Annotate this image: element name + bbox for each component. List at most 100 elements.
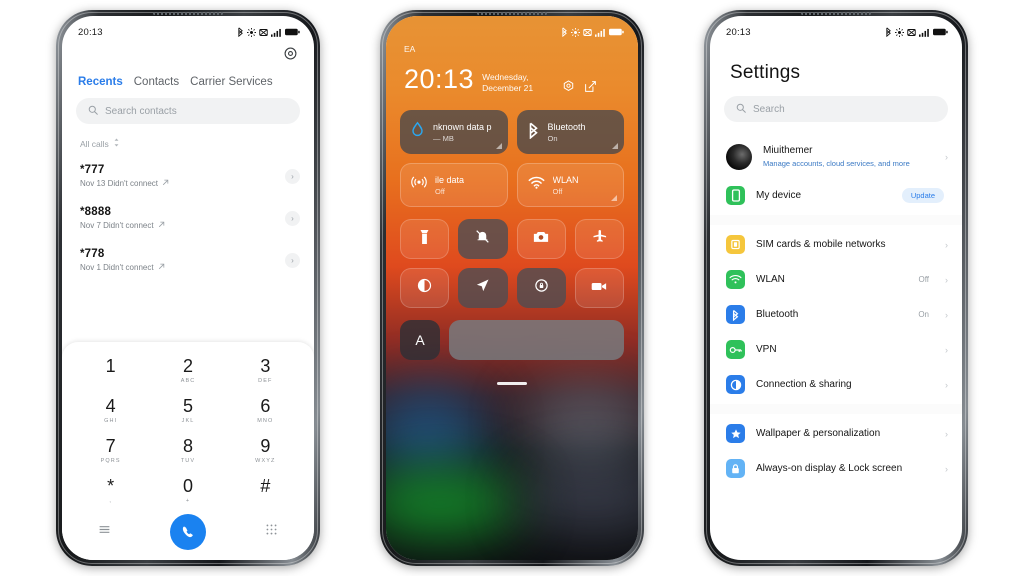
dialpad-key[interactable]: 2 ABC — [149, 354, 226, 388]
status-bar: 20:13 — [710, 16, 962, 42]
dialpad-key[interactable]: 4 GHI — [72, 394, 149, 428]
settings-row-sim-cards[interactable]: SIM cards & mobile networks › — [710, 227, 962, 262]
bluetooth-icon — [726, 305, 745, 324]
earpiece-speaker — [801, 12, 871, 15]
menu-icon[interactable] — [98, 523, 111, 541]
search-contacts-field[interactable]: Search contacts — [76, 98, 300, 124]
auto-brightness-button[interactable]: A — [400, 320, 440, 360]
tile-bluetooth[interactable]: Bluetooth On — [516, 110, 624, 154]
call-detail: Nov 7 Didn't connect — [80, 221, 285, 230]
gear-status-icon — [571, 27, 580, 37]
group-divider — [710, 404, 962, 414]
settings-label: Miuithemer — [763, 145, 813, 157]
dialpad-key[interactable]: # — [227, 474, 304, 508]
chevron-right-icon[interactable]: › — [285, 210, 300, 226]
edit-icon[interactable] — [584, 80, 597, 98]
settings-label: Connection & sharing — [756, 379, 852, 390]
brightness-slider[interactable] — [449, 320, 624, 360]
home-indicator[interactable] — [497, 382, 527, 385]
screen-record-icon — [591, 279, 607, 297]
phone-screen: 20:13 Settings Search Miuithemer Manage … — [710, 16, 962, 560]
tab-contacts[interactable]: Contacts — [134, 76, 179, 88]
dialpad-key[interactable]: 5 JKL — [149, 394, 226, 428]
tile-camera[interactable] — [516, 219, 566, 259]
dialpad-panel: 1 2 ABC 3 DEF 4 GHI 5 JKL 6 MNO 7 PQRS 8 TUV 9W… — [62, 342, 314, 560]
phone-screen: 20:13 Recents Contacts Carrier Services … — [62, 16, 314, 560]
dialpad-icon[interactable] — [265, 523, 278, 541]
settings-row-connection-sharing[interactable]: Connection & sharing › — [710, 367, 962, 402]
tile-title: WLAN — [552, 174, 579, 185]
settings-search-field[interactable]: Search — [724, 96, 948, 122]
call-button[interactable] — [170, 514, 206, 550]
tile-rotation-lock[interactable] — [516, 268, 566, 308]
dialpad-key[interactable]: 0 + — [149, 474, 226, 508]
dialpad-key[interactable]: 3 DEF — [227, 354, 304, 388]
chevron-right-icon[interactable]: › — [285, 168, 300, 184]
search-placeholder: Search contacts — [105, 105, 177, 117]
mute-icon — [259, 28, 268, 37]
tab-carrier-services[interactable]: Carrier Services — [190, 76, 272, 88]
group-divider — [710, 215, 962, 225]
tile-screen-record[interactable] — [574, 268, 624, 308]
status-time: 20:13 — [78, 26, 103, 38]
tile-location[interactable] — [458, 268, 508, 308]
chevron-right-icon[interactable]: › — [285, 252, 300, 268]
tab-recents[interactable]: Recents — [78, 76, 123, 88]
location-icon — [475, 278, 490, 298]
tile-flashlight[interactable] — [400, 219, 450, 259]
dialpad-key[interactable]: 9 WXYZ — [227, 434, 304, 468]
device-icon — [726, 186, 745, 205]
chevron-right-icon: › — [945, 379, 948, 390]
settings-row-vpn[interactable]: VPN › — [710, 332, 962, 367]
status-bar — [386, 16, 638, 42]
tile-expand-corner[interactable] — [611, 195, 617, 201]
tile-expand-corner[interactable] — [495, 143, 502, 149]
gear-status-icon — [895, 27, 904, 37]
gear-icon[interactable] — [283, 46, 298, 66]
tile-airplane-mode[interactable] — [574, 219, 624, 259]
call-number: *8888 — [80, 206, 112, 218]
tile-mobile-data[interactable]: ile data Off — [400, 163, 508, 207]
rotation-lock-icon — [534, 278, 549, 298]
update-badge[interactable]: Update — [901, 188, 944, 203]
wallpaper-glow-dim — [518, 464, 638, 534]
call-row[interactable]: *777 Nov 13 Didn't connect › — [62, 155, 314, 197]
phone-screen: EA 20:13 Wednesday, December 21 nknown d… — [386, 16, 638, 560]
call-row[interactable]: *8888 Nov 7 Didn't connect › — [62, 197, 314, 239]
settings-row-aod-lockscreen[interactable]: Always-on display & Lock screen › — [710, 451, 962, 486]
dialpad-key[interactable]: 8 TUV — [149, 434, 226, 468]
carrier-label: EA — [404, 44, 416, 54]
settings-row-account[interactable]: Miuithemer Manage accounts, cloud servic… — [710, 136, 962, 178]
vpn-key-icon — [726, 340, 745, 359]
three-phone-showcase: 20:13 Recents Contacts Carrier Services … — [0, 0, 1024, 576]
status-icons — [237, 27, 300, 37]
wallpaper-glow-blue — [386, 388, 488, 478]
dark-mode-icon — [417, 278, 432, 298]
tile-subtitle: Off — [552, 186, 563, 196]
gear-icon[interactable] — [562, 80, 575, 98]
tile-expand-corner[interactable] — [612, 143, 618, 149]
call-detail: Nov 1 Didn't connect — [80, 263, 285, 272]
bluetooth-icon — [237, 27, 244, 37]
search-icon — [736, 103, 746, 116]
tile-dark-mode[interactable] — [400, 268, 450, 308]
dialpad-key[interactable]: 6 MNO — [227, 394, 304, 428]
settings-label: Always-on display & Lock screen — [756, 463, 903, 474]
dialpad-key[interactable]: 1 — [72, 354, 149, 388]
tile-data-usage[interactable]: nknown data p — MB — [400, 110, 508, 154]
dialer-settings-row — [62, 42, 314, 66]
call-number: *778 — [80, 248, 105, 260]
dialpad-key[interactable]: 7 PQRS — [72, 434, 149, 468]
settings-row-wlan[interactable]: WLAN Off › — [710, 262, 962, 297]
airplane-icon — [592, 229, 607, 249]
settings-row-my-device[interactable]: My device Update — [710, 178, 962, 213]
settings-label: Bluetooth — [756, 309, 799, 320]
settings-row-bluetooth[interactable]: Bluetooth On › — [710, 297, 962, 332]
settings-label: WLAN — [756, 274, 785, 285]
call-row[interactable]: *778 Nov 1 Didn't connect › — [62, 239, 314, 281]
tile-silent[interactable] — [458, 219, 508, 259]
tile-wlan[interactable]: WLAN Off — [516, 163, 624, 207]
call-filter[interactable]: All calls — [62, 124, 314, 149]
settings-row-wallpaper[interactable]: Wallpaper & personalization › — [710, 416, 962, 451]
dialpad-key[interactable]: *, — [72, 474, 149, 508]
